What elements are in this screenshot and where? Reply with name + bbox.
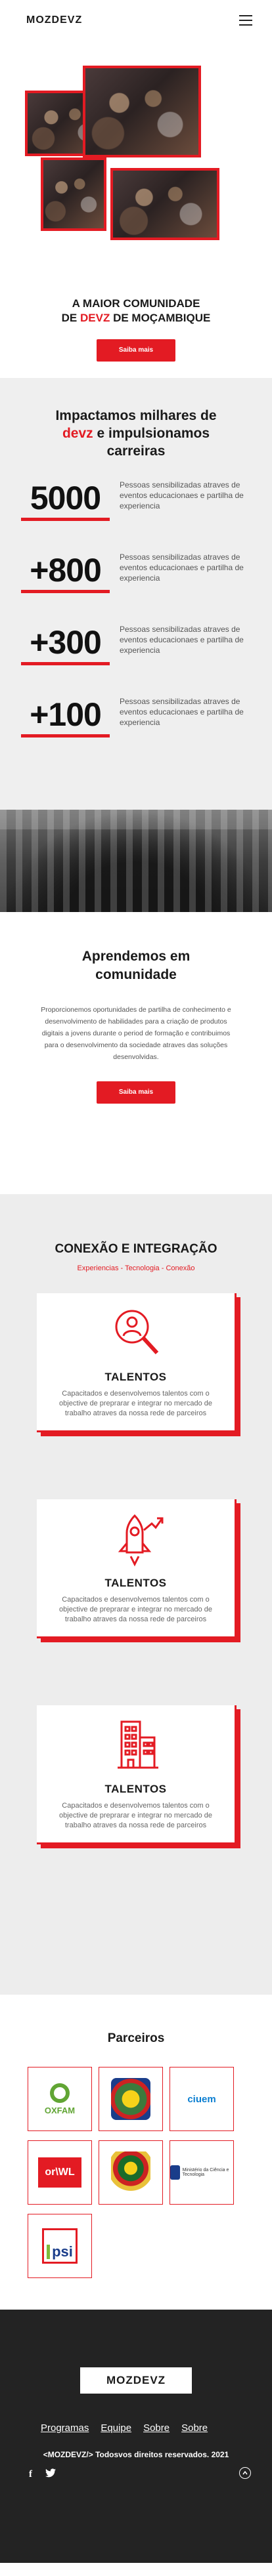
card-description: Capacitados e desenvolvemos talentos com…: [59, 1596, 212, 1623]
partner-logo-oxfam[interactable]: OXFAM: [28, 2067, 92, 2131]
partner-logo-ciuem[interactable]: ciuem: [170, 2067, 234, 2131]
learn-title: Aprendemos em comunidade: [81, 949, 191, 982]
copyright-text: <MOZDEVZ/> Todosvos direitos reservados.…: [43, 2450, 229, 2459]
stat-item: +100 Pessoas sensibilizadas atraves de e…: [21, 695, 272, 767]
talent-card[interactable]: TALENTOS Capacitados e desenvolvemos tal…: [37, 1705, 237, 1844]
stat-description: Pessoas sensibilizadas atraves de evento…: [120, 552, 244, 583]
footer-nav: Programas Equipe Sobre Sobre: [41, 2422, 208, 2434]
oxfam-label: OXFAM: [44, 2105, 76, 2115]
twitter-icon[interactable]: [45, 2468, 56, 2481]
social-links: f: [29, 2468, 56, 2481]
footer-link-sobre-2[interactable]: Sobre: [181, 2422, 208, 2434]
stat-number: +300: [21, 623, 110, 665]
talent-card[interactable]: TALENTOS Capacitados e desenvolvemos tal…: [37, 1293, 237, 1432]
stat-number: +100: [21, 695, 110, 737]
hero-photo-2: [83, 66, 201, 157]
partners-section: Parceiros OXFAM ciuem or\WL Ministério d…: [0, 1995, 272, 2310]
stat-item: +800 Pessoas sensibilizadas atraves de e…: [21, 551, 272, 623]
mozambique-emblem-icon: [111, 2151, 150, 2193]
connect-section: CONEXÃO E INTEGRAÇÃO Experiencias - Tecn…: [0, 1194, 272, 1995]
hero-section: A MAIOR COMUNIDADE DE DEVZ DE MOÇAMBIQUE…: [0, 41, 272, 378]
rocket-growth-icon: [37, 1499, 235, 1577]
site-header: MOZDEVZ: [0, 0, 272, 41]
hero-title-line2-pre: DE: [61, 312, 80, 324]
stat-description: Pessoas sensibilizadas atraves de evento…: [120, 625, 244, 655]
card-title: TALENTOS: [104, 1577, 167, 1589]
community-group-photo: [0, 810, 272, 912]
partners-title: Parceiros: [107, 2031, 165, 2045]
stats-title-pre: Impactamos milhares de: [55, 408, 217, 423]
partner-logo-ministry[interactable]: Ministério da Ciência e Tecnologia: [170, 2140, 234, 2205]
footer-link-equipe[interactable]: Equipe: [101, 2422, 131, 2434]
card-description: Capacitados e desenvolvemos talentos com…: [59, 1390, 212, 1417]
partner-logo-psi[interactable]: psi: [28, 2214, 92, 2278]
footer-link-programas[interactable]: Programas: [41, 2422, 89, 2434]
stat-number: 5000: [21, 478, 110, 521]
hero-title-highlight: DEVZ: [80, 312, 110, 324]
learn-more-button[interactable]: Saiba mais: [97, 1081, 175, 1104]
ciuem-logo: ciuem: [187, 2093, 216, 2105]
oxfam-logo: OXFAM: [45, 2083, 75, 2115]
stats-title-post: e impulsionamos carreiras: [93, 426, 210, 459]
orwl-logo: or\WL: [38, 2157, 81, 2188]
ministry-logo: Ministério da Ciência e Tecnologia: [170, 2165, 233, 2180]
stat-description: Pessoas sensibilizadas atraves de evento…: [120, 480, 244, 510]
partner-logo-emblem[interactable]: [99, 2067, 163, 2131]
magnifier-person-icon: [37, 1293, 235, 1371]
back-to-top-icon[interactable]: [239, 2467, 251, 2479]
talent-card[interactable]: TALENTOS Capacitados e desenvolvemos tal…: [37, 1499, 237, 1638]
connect-subtitle: Experiencias - Tecnologia - Conexão: [77, 1264, 195, 1272]
ministry-label: Ministério da Ciência e Tecnologia: [182, 2168, 229, 2177]
office-building-icon: [37, 1705, 235, 1783]
hero-learn-more-button[interactable]: Saiba mais: [97, 339, 175, 362]
stat-description: Pessoas sensibilizadas atraves de evento…: [120, 697, 244, 727]
partner-logo-orwl[interactable]: or\WL: [28, 2140, 92, 2205]
psi-logo: psi: [42, 2228, 78, 2264]
hero-photo-3: [41, 157, 106, 231]
card-description: Capacitados e desenvolvemos talentos com…: [59, 1802, 212, 1829]
site-logo[interactable]: MOZDEVZ: [26, 14, 82, 26]
psi-label: psi: [47, 2245, 73, 2259]
partner-logo-grid: OXFAM ciuem or\WL Ministério da Ciência …: [28, 2067, 272, 2278]
hero-photo-collage: [25, 66, 219, 240]
card-title: TALENTOS: [104, 1371, 167, 1383]
hero-title: A MAIOR COMUNIDADE DE DEVZ DE MOÇAMBIQUE: [0, 297, 272, 325]
card-title: TALENTOS: [104, 1783, 167, 1795]
stat-number: +800: [21, 551, 110, 593]
hamburger-menu-icon[interactable]: [239, 15, 252, 26]
stat-item: 5000 Pessoas sensibilizadas atraves de e…: [21, 478, 272, 551]
stat-item: +300 Pessoas sensibilizadas atraves de e…: [21, 623, 272, 695]
learn-section: Aprendemos em comunidade Proporcionemos …: [0, 912, 272, 1194]
site-footer: MOZDEVZ Programas Equipe Sobre Sobre <MO…: [0, 2310, 272, 2563]
footer-link-sobre[interactable]: Sobre: [143, 2422, 170, 2434]
stats-title: Impactamos milhares de devz e impulsiona…: [0, 407, 272, 460]
university-emblem-icon: [111, 2078, 150, 2120]
stats-title-highlight: devz: [62, 426, 93, 441]
hero-title-line2-post: DE MOÇAMBIQUE: [110, 312, 211, 324]
footer-logo[interactable]: MOZDEVZ: [80, 2367, 192, 2394]
stats-section: Impactamos milhares de devz e impulsiona…: [0, 378, 272, 810]
partner-logo-mozambique-emblem[interactable]: [99, 2140, 163, 2205]
learn-description: Proporcionemos oportunidades de partilha…: [41, 1006, 231, 1061]
hero-title-line1: A MAIOR COMUNIDADE: [72, 297, 200, 310]
connect-title: CONEXÃO E INTEGRAÇÃO: [55, 1242, 217, 1256]
facebook-icon[interactable]: f: [29, 2469, 32, 2480]
hero-photo-4: [110, 168, 219, 240]
